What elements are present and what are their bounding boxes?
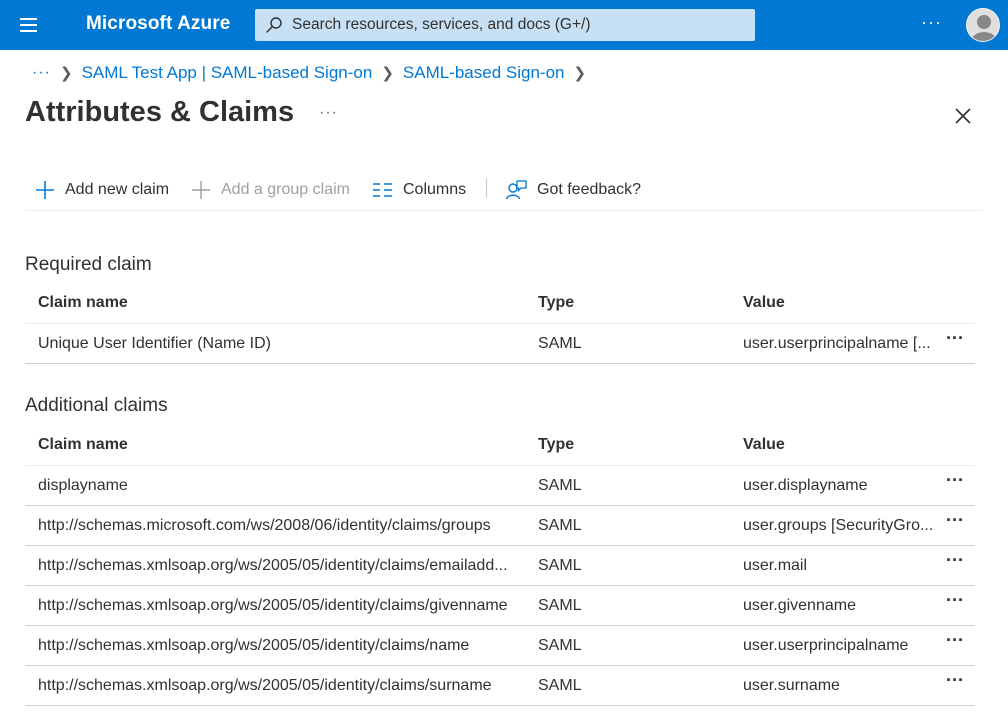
- table-row[interactable]: http://schemas.microsoft.com/ws/2008/06/…: [25, 506, 975, 546]
- feedback-icon: [505, 180, 527, 200]
- row-more-icon[interactable]: ···: [942, 510, 968, 536]
- column-value[interactable]: Value: [743, 294, 785, 312]
- hamburger-menu-icon[interactable]: [18, 14, 40, 36]
- claim-value: user.userprincipalname [...: [743, 335, 931, 352]
- claim-name: Unique User Identifier (Name ID): [38, 335, 271, 352]
- claim-type: SAML: [538, 477, 582, 494]
- chevron-right-icon: ❯: [59, 65, 73, 82]
- row-more-icon[interactable]: ···: [942, 470, 968, 496]
- claim-value: user.surname: [743, 677, 840, 694]
- required-claim-heading: Required claim: [25, 254, 152, 275]
- additional-claims-heading: Additional claims: [25, 395, 168, 416]
- row-more-icon[interactable]: ···: [942, 590, 968, 616]
- table-row[interactable]: http://schemas.xmlsoap.org/ws/2005/05/id…: [25, 666, 975, 706]
- top-bar: Microsoft Azure Search resources, servic…: [0, 0, 1008, 50]
- row-more-icon[interactable]: ···: [942, 670, 968, 696]
- breadcrumb-item-saml-sign-on[interactable]: SAML-based Sign-on: [403, 63, 565, 83]
- claim-name: displayname: [38, 477, 128, 494]
- claim-type: SAML: [538, 637, 582, 654]
- chevron-right-icon: ❯: [381, 65, 394, 82]
- claim-type: SAML: [538, 335, 582, 352]
- claim-name: http://schemas.xmlsoap.org/ws/2005/05/id…: [38, 637, 470, 654]
- feedback-label: Got feedback?: [537, 181, 642, 198]
- columns-button[interactable]: Columns: [372, 178, 466, 202]
- toolbar-divider: [486, 178, 487, 198]
- breadcrumb-more-icon[interactable]: ···: [32, 64, 51, 82]
- claim-value: user.userprincipalname: [743, 637, 909, 654]
- table-header: Claim name Type Value: [25, 426, 975, 466]
- claim-value: user.displayname: [743, 477, 868, 494]
- more-options-icon[interactable]: ···: [921, 12, 942, 33]
- add-new-claim-button[interactable]: Add new claim: [35, 178, 169, 202]
- claim-value: user.givenname: [743, 597, 856, 614]
- columns-label: Columns: [403, 181, 467, 198]
- breadcrumb-item-saml-test-app[interactable]: SAML Test App | SAML-based Sign-on: [82, 63, 373, 83]
- claim-name: http://schemas.xmlsoap.org/ws/2005/05/id…: [38, 677, 492, 694]
- column-claim-name[interactable]: Claim name: [38, 294, 128, 312]
- row-more-icon[interactable]: ···: [942, 328, 968, 354]
- avatar-icon: [971, 15, 997, 41]
- claim-type: SAML: [538, 597, 582, 614]
- claim-name: http://schemas.xmlsoap.org/ws/2005/05/id…: [38, 597, 508, 614]
- add-new-claim-label: Add new claim: [65, 181, 170, 198]
- page-title: Attributes & Claims: [25, 96, 295, 128]
- claim-value: user.mail: [743, 557, 808, 574]
- required-claims-table: Claim name Type Value Unique User Identi…: [25, 284, 975, 364]
- table-row[interactable]: http://schemas.xmlsoap.org/ws/2005/05/id…: [25, 546, 975, 586]
- claim-type: SAML: [538, 517, 582, 534]
- claim-value: user.groups [SecurityGro...: [743, 517, 934, 534]
- columns-icon: [373, 183, 392, 197]
- table-row[interactable]: Unique User Identifier (Name ID) SAML us…: [25, 324, 975, 364]
- column-type[interactable]: Type: [538, 294, 574, 312]
- column-value[interactable]: Value: [743, 436, 785, 454]
- brand-title[interactable]: Microsoft Azure: [86, 13, 230, 35]
- additional-claims-table: Claim name Type Value displayname SAML u…: [25, 426, 975, 706]
- table-header: Claim name Type Value: [25, 284, 975, 324]
- plus-icon: [36, 181, 54, 199]
- command-bar: Add new claim Add a group claim Columns …: [25, 168, 983, 211]
- plus-icon: [192, 181, 210, 199]
- feedback-button[interactable]: Got feedback?: [505, 178, 641, 202]
- column-claim-name[interactable]: Claim name: [38, 436, 128, 454]
- search-icon: [266, 17, 282, 33]
- add-group-claim-label: Add a group claim: [221, 181, 350, 198]
- claim-name: http://schemas.microsoft.com/ws/2008/06/…: [38, 517, 491, 534]
- close-icon[interactable]: [952, 105, 974, 127]
- avatar[interactable]: [966, 8, 1000, 42]
- row-more-icon[interactable]: ···: [942, 630, 968, 656]
- claim-name: http://schemas.xmlsoap.org/ws/2005/05/id…: [38, 557, 508, 574]
- add-group-claim-button[interactable]: Add a group claim: [191, 178, 350, 202]
- column-type[interactable]: Type: [538, 436, 574, 454]
- table-row[interactable]: displayname SAML user.displayname ···: [25, 466, 975, 506]
- claim-type: SAML: [538, 677, 582, 694]
- search-input[interactable]: Search resources, services, and docs (G+…: [255, 9, 755, 41]
- chevron-right-icon: ❯: [573, 65, 587, 82]
- search-placeholder: Search resources, services, and docs (G+…: [292, 16, 591, 33]
- breadcrumb: ··· ❯ SAML Test App | SAML-based Sign-on…: [32, 62, 595, 84]
- row-more-icon[interactable]: ···: [942, 550, 968, 576]
- table-row[interactable]: http://schemas.xmlsoap.org/ws/2005/05/id…: [25, 626, 975, 666]
- title-more-icon[interactable]: ···: [319, 104, 338, 122]
- claim-type: SAML: [538, 557, 582, 574]
- table-row[interactable]: http://schemas.xmlsoap.org/ws/2005/05/id…: [25, 586, 975, 626]
